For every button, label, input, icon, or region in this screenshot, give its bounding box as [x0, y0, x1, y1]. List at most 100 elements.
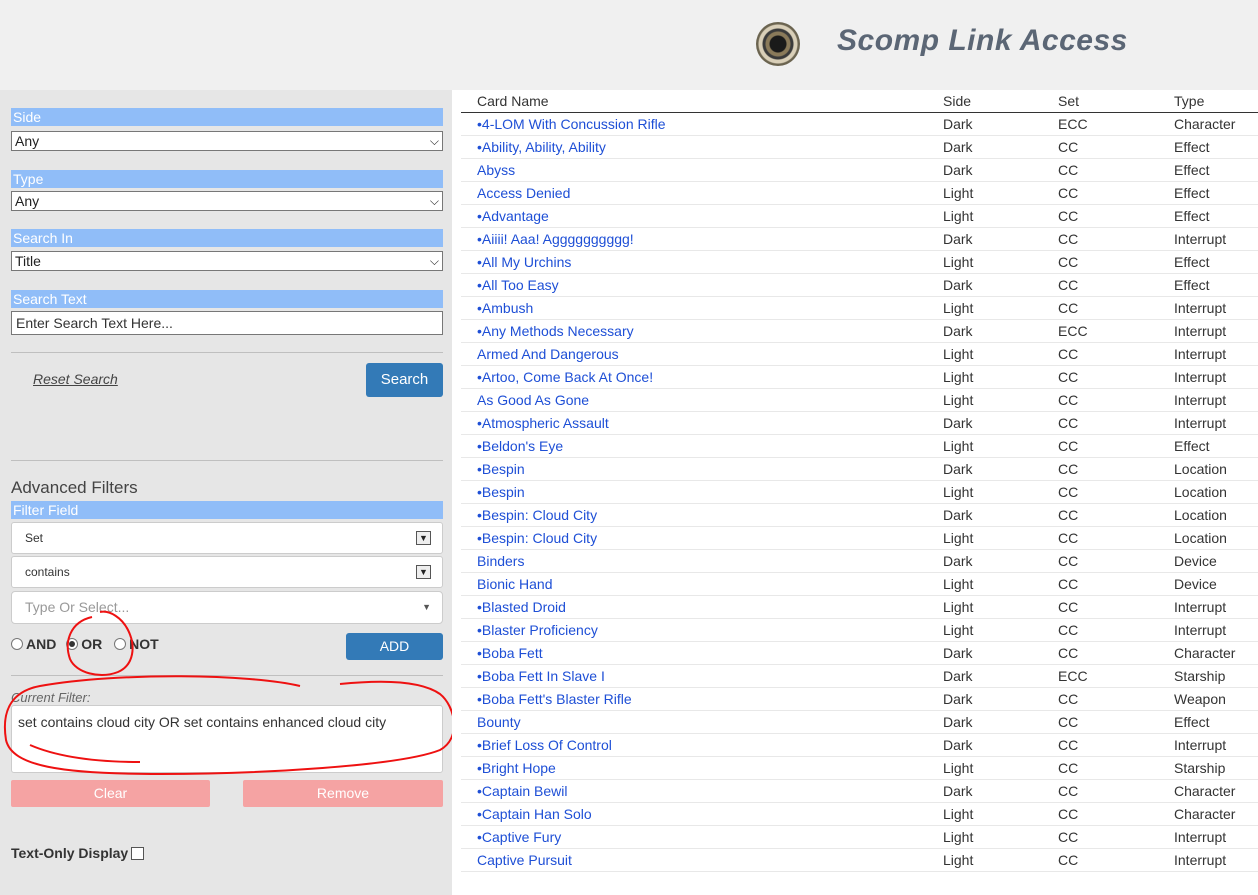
table-row[interactable]: •All My Urchins Light CC Effect — [461, 250, 1258, 274]
table-row[interactable]: •Atmospheric Assault Dark CC Interrupt — [461, 411, 1258, 435]
search-text-input[interactable]: Enter Search Text Here... — [11, 311, 443, 335]
card-name-link[interactable]: •Brief Loss Of Control — [461, 733, 927, 757]
card-name-link[interactable]: •Ambush — [461, 296, 927, 320]
table-row[interactable]: •Ability, Ability, Ability Dark CC Effect — [461, 135, 1258, 159]
radio-or[interactable]: OR — [66, 636, 102, 652]
search-in-select-value: Title — [15, 253, 41, 269]
table-row[interactable]: Captive Pursuit Light CC Interrupt — [461, 848, 1258, 872]
card-name-link[interactable]: •Captain Han Solo — [461, 802, 927, 826]
card-type: Starship — [1158, 664, 1258, 688]
table-row[interactable]: •Captain Bewil Dark CC Character — [461, 779, 1258, 803]
card-name-link[interactable]: •Beldon's Eye — [461, 434, 927, 458]
radio-button[interactable] — [11, 638, 23, 650]
card-name-link[interactable]: •Ability, Ability, Ability — [461, 135, 927, 159]
text-only-display[interactable]: Text-Only Display — [11, 845, 145, 861]
table-row[interactable]: •Boba Fett Dark CC Character — [461, 641, 1258, 665]
table-row[interactable]: •Blaster Proficiency Light CC Interrupt — [461, 618, 1258, 642]
radio-button-selected[interactable] — [66, 638, 79, 650]
card-name-link[interactable]: •All My Urchins — [461, 250, 927, 274]
table-row[interactable]: •All Too Easy Dark CC Effect — [461, 273, 1258, 297]
table-row[interactable]: •Boba Fett In Slave I Dark ECC Starship — [461, 664, 1258, 688]
card-name-link[interactable]: •Blasted Droid — [461, 595, 927, 619]
card-name-link[interactable]: Captive Pursuit — [461, 848, 927, 872]
card-name-link[interactable]: As Good As Gone — [461, 388, 927, 412]
card-name-link[interactable]: •Aiiii! Aaa! Agggggggggg! — [461, 227, 927, 251]
column-header-side[interactable]: Side — [927, 90, 1042, 113]
card-name-link[interactable]: •Atmospheric Assault — [461, 411, 927, 435]
table-row[interactable]: •Bright Hope Light CC Starship — [461, 756, 1258, 780]
card-name-link[interactable]: Bionic Hand — [461, 572, 927, 596]
column-header-type[interactable]: Type — [1158, 90, 1258, 113]
table-row[interactable]: •Boba Fett's Blaster Rifle Dark CC Weapon — [461, 687, 1258, 711]
site-logo[interactable] — [756, 22, 800, 66]
card-name-link[interactable]: Access Denied — [461, 181, 927, 205]
card-name-link[interactable]: Bounty — [461, 710, 927, 734]
table-row[interactable]: •Bespin Light CC Location — [461, 480, 1258, 504]
table-row[interactable]: •Beldon's Eye Light CC Effect — [461, 434, 1258, 458]
card-name-link[interactable]: •Artoo, Come Back At Once! — [461, 365, 927, 389]
reset-search-link[interactable]: Reset Search — [33, 371, 118, 387]
radio-not[interactable]: NOT — [114, 636, 159, 652]
table-row[interactable]: Bionic Hand Light CC Device — [461, 572, 1258, 596]
table-row[interactable]: •Any Methods Necessary Dark ECC Interrupt — [461, 319, 1258, 343]
search-button[interactable]: Search — [366, 363, 443, 397]
filter-field-select[interactable]: Set ▼ — [11, 522, 443, 554]
table-row[interactable]: Access Denied Light CC Effect — [461, 181, 1258, 205]
text-only-checkbox[interactable] — [131, 847, 145, 860]
column-header-set[interactable]: Set — [1042, 90, 1158, 113]
table-row[interactable]: •Advantage Light CC Effect — [461, 204, 1258, 228]
type-select[interactable]: Any ⌵ — [11, 191, 443, 211]
side-select[interactable]: Any ⌵ — [11, 131, 443, 151]
radio-not-label: NOT — [129, 636, 159, 652]
card-name-link[interactable]: Abyss — [461, 158, 927, 182]
card-side: Light — [927, 296, 1042, 320]
table-row[interactable]: Abyss Dark CC Effect — [461, 158, 1258, 182]
search-sidebar: Side Any ⌵ Type Any ⌵ Search In Title ⌵ … — [0, 90, 452, 895]
card-name-link[interactable]: •Boba Fett In Slave I — [461, 664, 927, 688]
table-row[interactable]: •4-LOM With Concussion Rifle Dark ECC Chara… — [461, 112, 1258, 136]
radio-and[interactable]: AND — [11, 636, 56, 652]
remove-filter-button[interactable]: Remove — [243, 780, 443, 807]
card-type: Effect — [1158, 250, 1258, 274]
card-name-link[interactable]: •Blaster Proficiency — [461, 618, 927, 642]
card-name-link[interactable]: •Captain Bewil — [461, 779, 927, 803]
table-row[interactable]: •Aiiii! Aaa! Agggggggggg! Dark CC Interrupt — [461, 227, 1258, 251]
card-name-link[interactable]: •Any Methods Necessary — [461, 319, 927, 343]
table-row[interactable]: •Artoo, Come Back At Once! Light CC Interru… — [461, 365, 1258, 389]
table-row[interactable]: •Bespin: Cloud City Light CC Location — [461, 526, 1258, 550]
table-row[interactable]: Binders Dark CC Device — [461, 549, 1258, 573]
table-row[interactable]: •Captain Han Solo Light CC Character — [461, 802, 1258, 826]
column-header-card-name[interactable]: Card Name — [461, 90, 927, 113]
card-name-link[interactable]: Binders — [461, 549, 927, 573]
card-name-link[interactable]: •Advantage — [461, 204, 927, 228]
card-name-link[interactable]: •4-LOM With Concussion Rifle — [461, 112, 927, 136]
table-row[interactable]: •Blasted Droid Light CC Interrupt — [461, 595, 1258, 619]
card-name-link[interactable]: •All Too Easy — [461, 273, 927, 297]
add-filter-button[interactable]: ADD — [346, 633, 443, 660]
table-row[interactable]: •Captive Fury Light CC Interrupt — [461, 825, 1258, 849]
table-row[interactable]: •Ambush Light CC Interrupt — [461, 296, 1258, 320]
radio-button[interactable] — [114, 638, 127, 650]
current-filter-textarea[interactable]: set contains cloud city OR set contains … — [11, 705, 443, 773]
table-row[interactable]: •Bespin Dark CC Location — [461, 457, 1258, 481]
card-name-link[interactable]: •Boba Fett — [461, 641, 927, 665]
table-row[interactable]: •Bespin: Cloud City Dark CC Location — [461, 503, 1258, 527]
table-row[interactable]: Bounty Dark CC Effect — [461, 710, 1258, 734]
search-in-select[interactable]: Title ⌵ — [11, 251, 443, 271]
card-name-link[interactable]: •Bespin: Cloud City — [461, 503, 927, 527]
card-name-link[interactable]: •Bespin — [461, 457, 927, 481]
table-row[interactable]: Armed And Dangerous Light CC Interrupt — [461, 342, 1258, 366]
filter-value-combobox[interactable]: Type Or Select... ▼ — [11, 591, 443, 624]
card-side: Light — [927, 595, 1042, 619]
card-name-link[interactable]: Armed And Dangerous — [461, 342, 927, 366]
card-name-link[interactable]: •Boba Fett's Blaster Rifle — [461, 687, 927, 711]
card-name-link[interactable]: •Bespin — [461, 480, 927, 504]
filter-operator-select[interactable]: contains ▼ — [11, 556, 443, 588]
table-row[interactable]: •Brief Loss Of Control Dark CC Interrupt — [461, 733, 1258, 757]
table-row[interactable]: As Good As Gone Light CC Interrupt — [461, 388, 1258, 412]
clear-filter-button[interactable]: Clear — [11, 780, 210, 807]
card-name-link[interactable]: •Captive Fury — [461, 825, 927, 849]
card-name-link[interactable]: •Bespin: Cloud City — [461, 526, 927, 550]
card-name-link[interactable]: •Bright Hope — [461, 756, 927, 780]
card-type: Starship — [1158, 756, 1258, 780]
